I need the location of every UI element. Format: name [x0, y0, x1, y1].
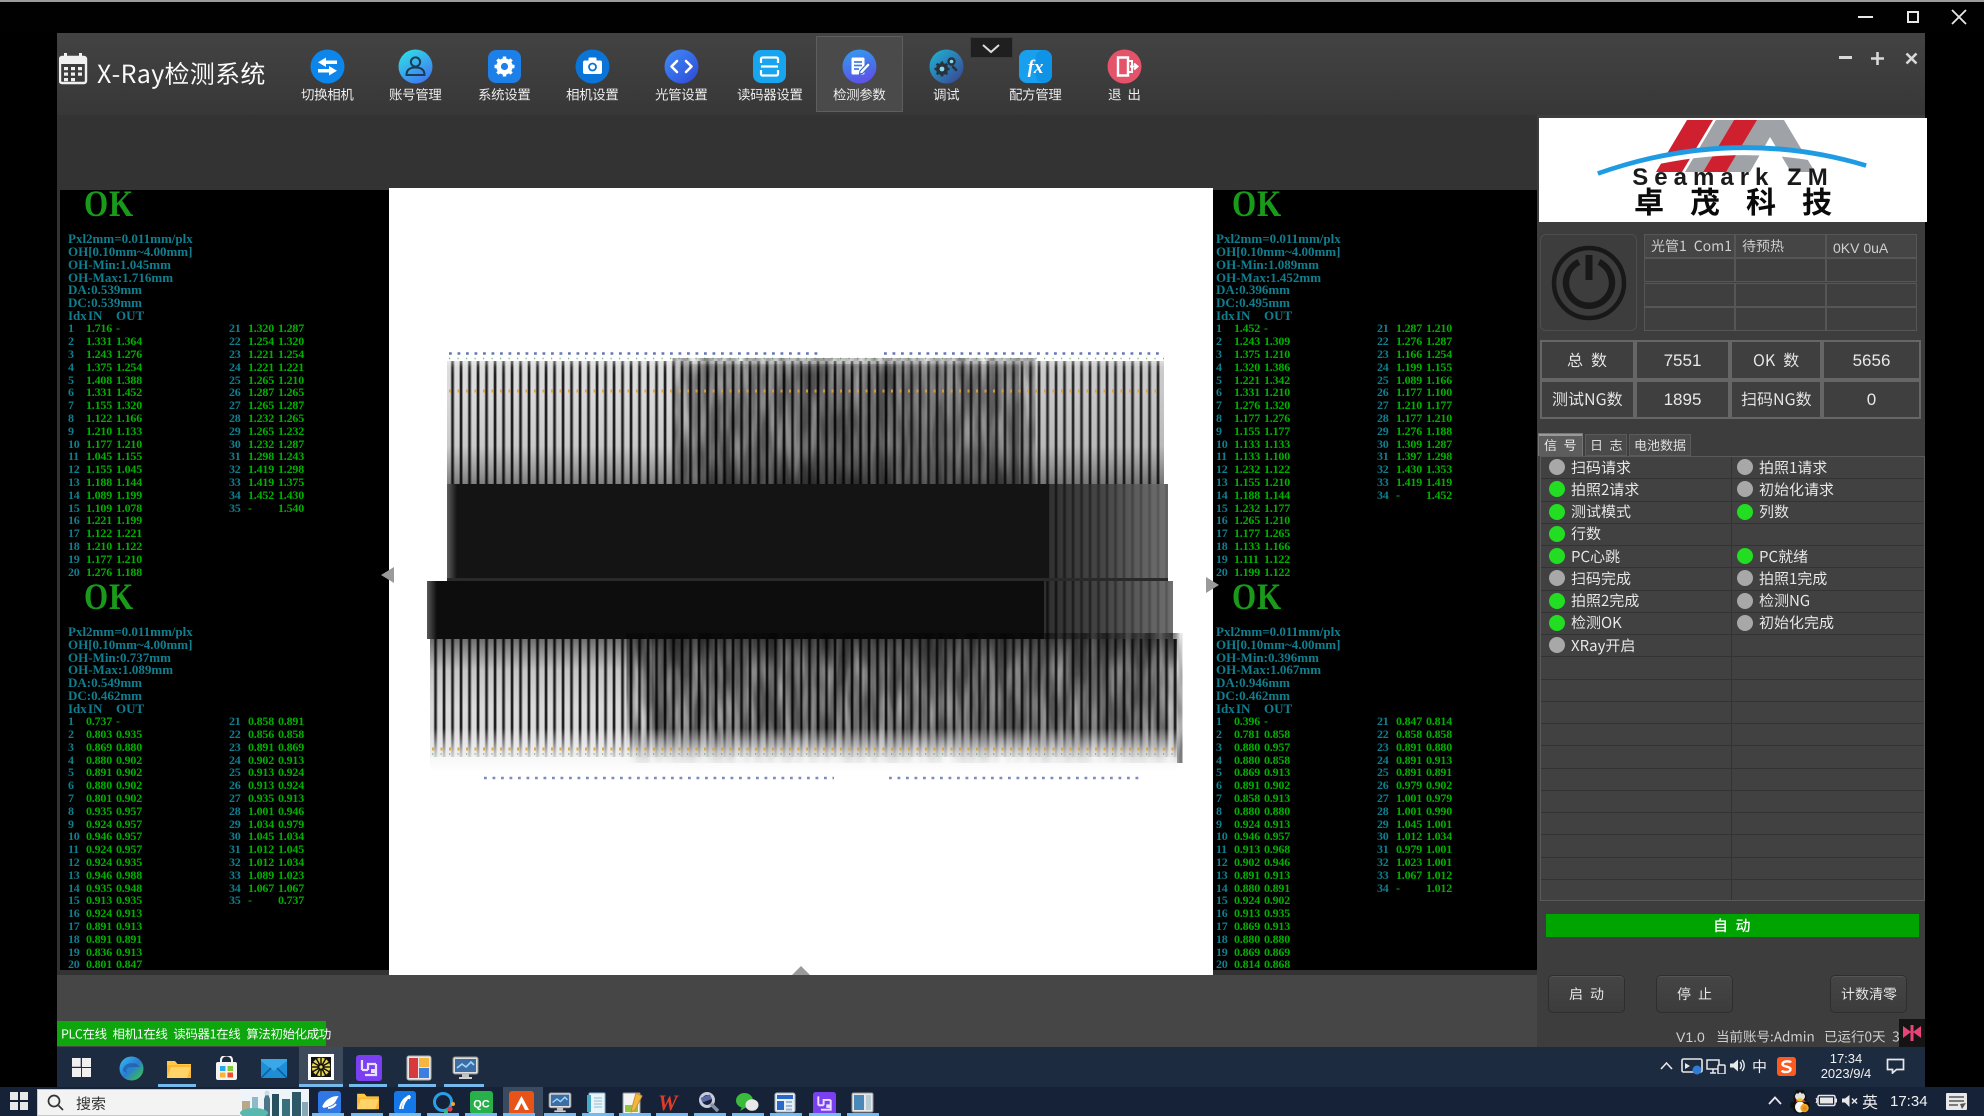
svg-text:fx: fx	[1027, 57, 1043, 78]
svg-text:QC: QC	[473, 1099, 490, 1111]
